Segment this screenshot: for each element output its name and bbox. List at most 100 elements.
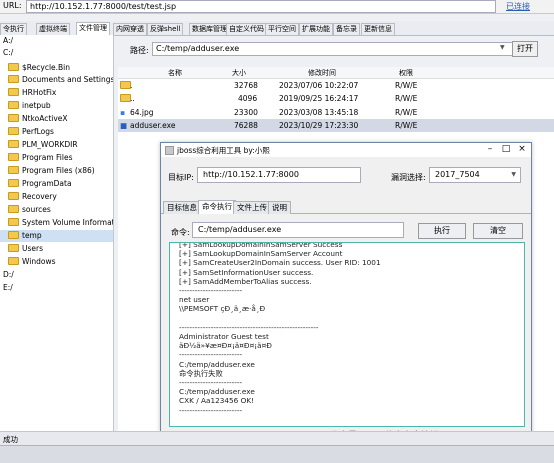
tree-item[interactable]: E:/ xyxy=(0,282,113,294)
file-size: 23300 xyxy=(234,108,258,117)
folder-icon xyxy=(8,179,19,187)
url-label: URL: xyxy=(3,1,22,10)
url-input[interactable]: http://10.152.1.77:8000/test/test.jsp xyxy=(26,0,496,13)
tree-item-label: inetpub xyxy=(22,101,51,110)
folder-icon xyxy=(8,88,19,96)
tree-item[interactable]: NtkoActiveX xyxy=(0,113,113,125)
tree-item[interactable]: Documents and Settings xyxy=(0,74,114,86)
tree-item-label: Documents and Settings xyxy=(22,75,114,84)
vuln-select[interactable]: 2017_7504 ▼ xyxy=(429,167,521,183)
console-line: [+] SamLookupDomainInSamServer Success xyxy=(179,242,343,249)
chevron-down-icon[interactable]: ▼ xyxy=(500,44,505,51)
tree-item-label: System Volume Information xyxy=(22,218,114,227)
tab-file-manager[interactable]: 文件管理 xyxy=(76,22,110,36)
file-modified: 2023/03/08 13:45:18 xyxy=(279,108,359,117)
tree-item-label: PLM_WORKDIR xyxy=(22,140,78,149)
tree-item[interactable]: temp xyxy=(0,230,113,242)
tab-target-info[interactable]: 目标信息 xyxy=(163,201,201,214)
tree-item[interactable]: Users xyxy=(0,243,113,255)
tab-database[interactable]: 数据库管理 xyxy=(189,23,230,35)
execute-button[interactable]: 执行 xyxy=(418,223,466,239)
tree-item[interactable]: C:/ xyxy=(0,47,113,59)
folder-icon xyxy=(8,114,19,122)
target-ip-input[interactable]: http://10.152.1.77:8000 xyxy=(197,167,361,183)
path-row: 路径: C:/temp/adduser.exe ▼ 打开 xyxy=(118,41,554,57)
console-line: [+] SamAddMemberToAlias success. xyxy=(179,276,312,286)
tab-parallel-space[interactable]: 平行空间 xyxy=(265,23,299,35)
tab-reverse-shell[interactable]: 反弹shell xyxy=(147,23,184,35)
console-line: ------------------------ xyxy=(179,378,243,387)
clear-button[interactable]: 清空 xyxy=(473,223,523,239)
tree-item-label: C:/ xyxy=(3,48,14,57)
jboss-tool-dialog: jboss综合利用工具 by:小熙 – □ × 目标IP: http://10.… xyxy=(160,142,532,432)
open-button[interactable]: 打开 xyxy=(512,41,538,57)
tree-item[interactable]: System Volume Information xyxy=(0,217,114,229)
tree-item[interactable]: A:/ xyxy=(0,35,113,47)
maximize-icon[interactable]: □ xyxy=(499,144,513,155)
app-icon xyxy=(165,146,174,155)
tree-item[interactable]: PLM_WORKDIR xyxy=(0,139,113,151)
tree-item-label: Users xyxy=(22,244,44,253)
tab-virtual-terminal[interactable]: 虚拟终端 xyxy=(36,23,70,35)
dialog-titlebar: jboss综合利用工具 by:小熙 – □ × xyxy=(161,143,531,157)
header-modified[interactable]: 修改时间 xyxy=(308,68,336,78)
tab-custom-code[interactable]: 自定义代码 xyxy=(226,23,267,35)
connection-status-link[interactable]: 已连接 xyxy=(506,1,530,12)
tree-item[interactable]: Recovery xyxy=(0,191,113,203)
tree-item-label: $Recycle.Bin xyxy=(22,63,71,72)
main-tab-bar: 令执行 虚拟终端 文件管理 内网穿透 反弹shell 数据库管理 自定义代码 平… xyxy=(0,21,554,36)
tree-item[interactable]: sources xyxy=(0,204,113,216)
tree-item[interactable]: $Recycle.Bin xyxy=(0,62,113,74)
directory-tree: A:/ C:/ $Recycle.Bin Documents and Settings… xyxy=(0,35,114,431)
minimize-icon[interactable]: – xyxy=(483,144,497,155)
file-row[interactable]: .. 4096 2019/09/25 16:24:17 R/W/E xyxy=(118,92,554,105)
tree-item-label: D:/ xyxy=(3,270,14,279)
file-size: 32768 xyxy=(234,81,258,90)
file-size: 76288 xyxy=(234,121,258,130)
folder-icon xyxy=(8,140,19,148)
tab-intranet-tunnel[interactable]: 内网穿透 xyxy=(113,23,147,35)
vuln-select-label: 漏洞选择: xyxy=(391,173,426,182)
tree-item[interactable]: ProgramData xyxy=(0,178,113,190)
tab-update-info[interactable]: 更新信息 xyxy=(361,23,395,35)
file-row[interactable]: . 32768 2023/07/06 10:22:07 R/W/E xyxy=(118,79,554,92)
file-row[interactable]: ▪ 64.jpg 23300 2023/03/08 13:45:18 R/W/E xyxy=(118,106,554,119)
tree-item[interactable]: Program Files xyxy=(0,152,113,164)
tab-command-exec[interactable]: 令执行 xyxy=(0,23,27,35)
console-output[interactable]: [+] SamLookupDomainInSamServer Success [+… xyxy=(169,242,525,427)
file-modified: 2019/09/25 16:24:17 xyxy=(279,94,359,103)
file-name: . xyxy=(130,81,133,90)
console-line: [+] SamSetInformationUser success. xyxy=(179,267,314,277)
tree-item[interactable]: HRHotFix xyxy=(0,87,113,99)
header-name[interactable]: 名称 xyxy=(168,68,182,78)
tab-instructions[interactable]: 说明 xyxy=(268,201,291,214)
header-size[interactable]: 大小 xyxy=(232,68,246,78)
target-ip-label: 目标IP: xyxy=(168,173,194,182)
url-bar: URL: http://10.152.1.77:8000/test/test.j… xyxy=(0,0,554,14)
tab-file-upload[interactable]: 文件上传 xyxy=(233,201,271,214)
file-table-header: 名称 大小 修改时间 权限 xyxy=(118,67,554,79)
console-line: CXK / Aa123456 OK! xyxy=(179,396,255,406)
header-permission[interactable]: 权限 xyxy=(399,68,413,78)
tree-item[interactable]: Windows xyxy=(0,256,113,268)
tab-command-exec[interactable]: 命令执行 xyxy=(198,200,236,214)
file-permission: R/W/E xyxy=(395,81,418,90)
tab-extensions[interactable]: 扩展功能 xyxy=(299,23,333,35)
command-input[interactable]: C:/temp/adduser.exe xyxy=(192,222,404,238)
tab-memo[interactable]: 备忘录 xyxy=(333,23,360,35)
folder-icon xyxy=(8,101,19,109)
dialog-title: jboss综合利用工具 by:小熙 xyxy=(177,146,270,155)
chevron-down-icon: ▼ xyxy=(511,171,516,178)
tree-item[interactable]: D:/ xyxy=(0,269,113,281)
path-input[interactable]: C:/temp/adduser.exe xyxy=(152,42,517,56)
file-permission: R/W/E xyxy=(395,94,418,103)
console-line: [+] SamLookupDomainInSamServer Account xyxy=(179,249,343,259)
tree-item[interactable]: PerfLogs xyxy=(0,126,113,138)
close-icon[interactable]: × xyxy=(515,144,529,155)
tree-item[interactable]: inetpub xyxy=(0,100,113,112)
exe-file-icon: ■ xyxy=(120,121,128,130)
status-bar: 成功 xyxy=(0,431,554,446)
file-row[interactable]: ■ adduser.exe 76288 2023/10/29 17:23:30 … xyxy=(118,119,554,132)
tree-item-label: HRHotFix xyxy=(22,88,57,97)
tree-item[interactable]: Program Files (x86) xyxy=(0,165,113,177)
